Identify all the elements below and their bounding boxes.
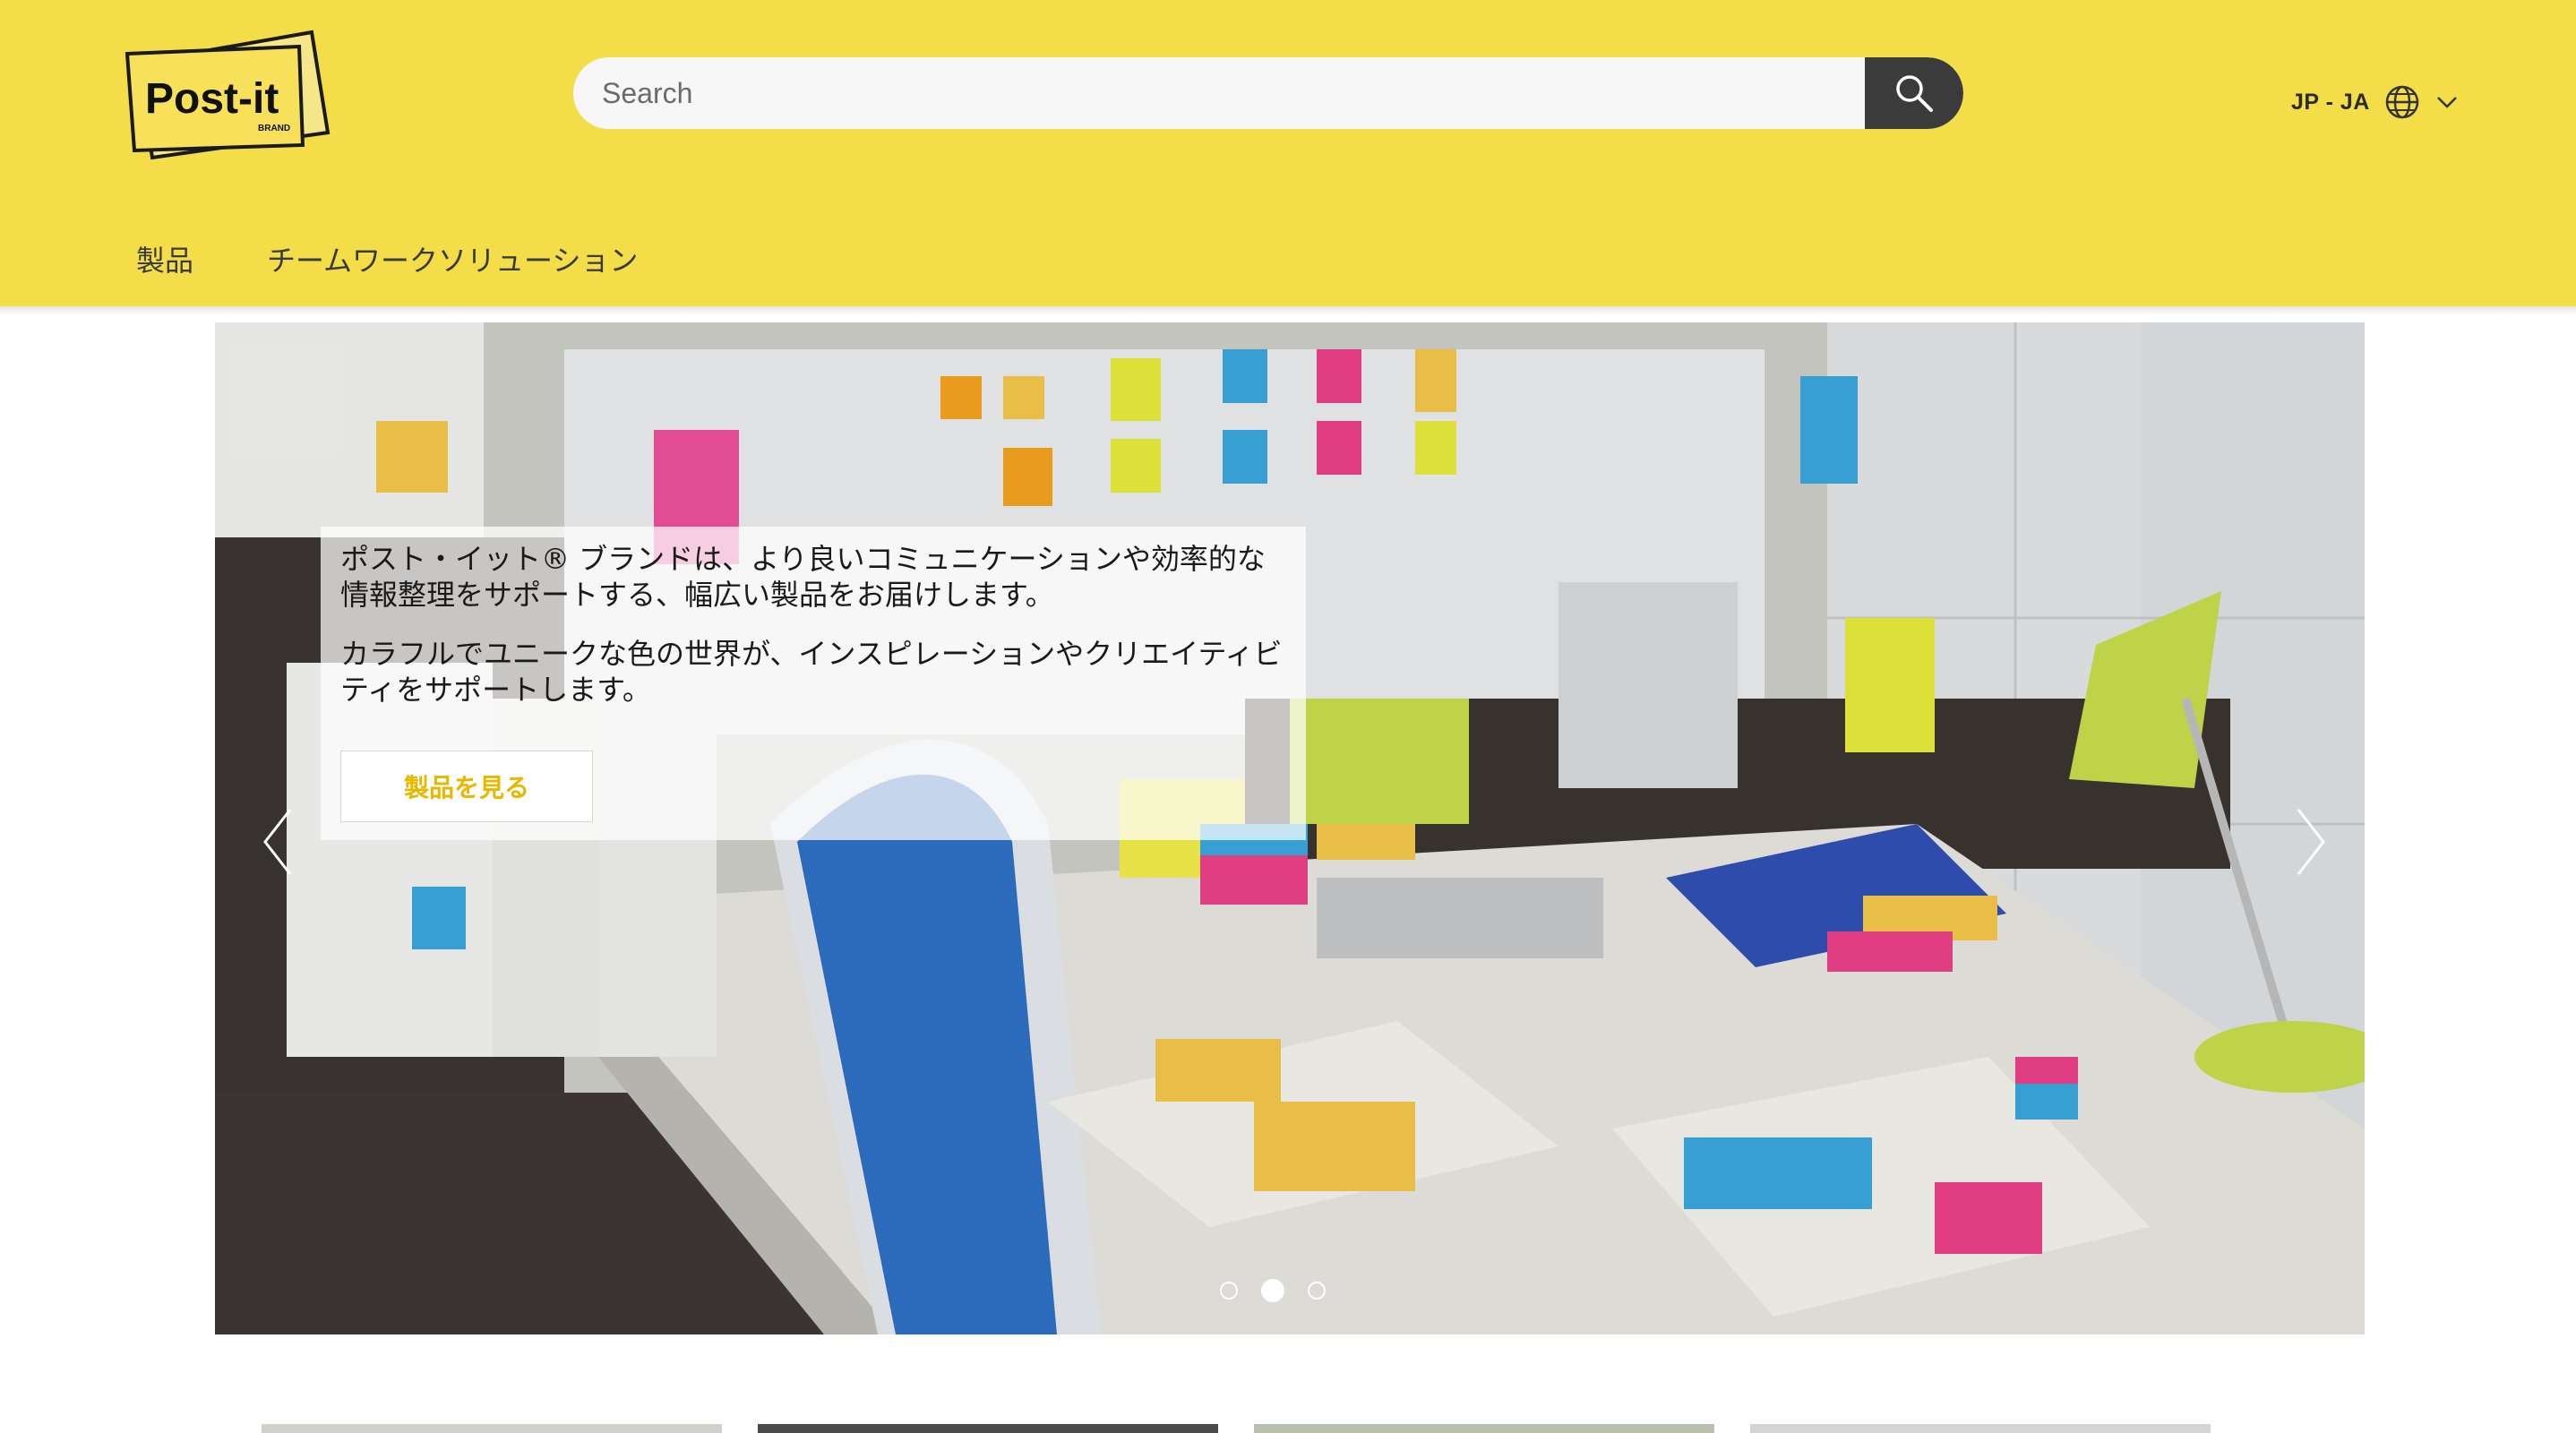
nav-item-products[interactable]: 製品 <box>136 238 193 279</box>
post-it-logo[interactable]: Post-it BRAND <box>124 27 331 161</box>
logo-text: Post-it <box>145 75 279 123</box>
search-bar <box>573 57 1963 129</box>
locale-label: JP - JA <box>2291 89 2370 115</box>
hero-paragraph-1: ポスト・イット® ブランドは、より良いコミュニケーションや効率的な情報整理をサポ… <box>340 542 1266 612</box>
carousel-dot-3[interactable] <box>1308 1282 1326 1300</box>
carousel-dot-1[interactable] <box>1220 1282 1238 1300</box>
search-input[interactable] <box>573 57 1863 129</box>
carousel-prev-button[interactable] <box>251 788 305 896</box>
category-thumbnail[interactable] <box>262 1424 722 1433</box>
category-thumbnail[interactable] <box>1254 1424 1714 1433</box>
carousel-dots <box>1220 1279 1326 1302</box>
chevron-left-icon <box>263 809 292 875</box>
hero-carousel: ポスト・イット® ブランドは、より良いコミュニケーションや効率的な情報整理をサポ… <box>215 322 2365 1334</box>
search-icon <box>1896 75 1933 112</box>
globe-icon <box>2385 85 2419 119</box>
site-header: Post-it BRAND JP - JA 製品 チームワークソリューション <box>0 0 2576 306</box>
nav-item-teamwork-solutions[interactable]: チームワークソリューション <box>267 238 638 279</box>
logo-sub-text: BRAND <box>258 124 290 133</box>
locale-selector[interactable]: JP - JA <box>2291 82 2460 122</box>
category-thumbnails <box>262 1424 2211 1433</box>
hero-paragraph-2: カラフルでユニークな色の世界が、インスピレーションやクリエイティビティをサポート… <box>340 637 1283 707</box>
carousel-dot-2[interactable] <box>1261 1279 1284 1302</box>
category-thumbnail[interactable] <box>1750 1424 2211 1433</box>
view-products-button[interactable]: 製品を見る <box>340 751 593 822</box>
category-thumbnail[interactable] <box>758 1424 1218 1433</box>
chevron-down-icon <box>2436 97 2457 108</box>
logo-graphic: Post-it BRAND <box>125 30 331 160</box>
hero-caption: ポスト・イット® ブランドは、より良いコミュニケーションや効率的な情報整理をサポ… <box>321 527 1306 840</box>
carousel-next-button[interactable] <box>2284 788 2338 896</box>
header-divider <box>0 306 2576 315</box>
chevron-right-icon <box>2297 809 2325 875</box>
main-nav: 製品 チームワークソリューション <box>136 238 638 279</box>
search-button[interactable] <box>1865 57 1963 129</box>
